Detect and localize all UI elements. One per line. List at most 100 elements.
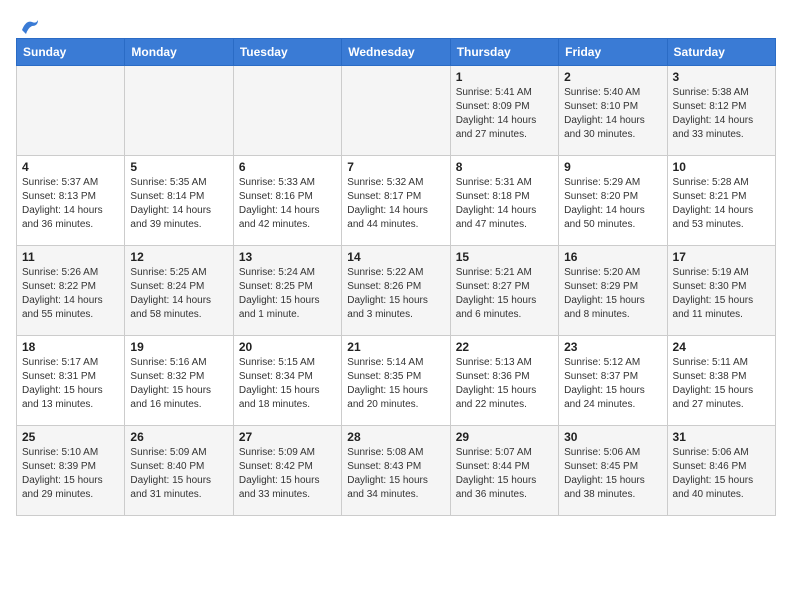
day-info: Sunrise: 5:33 AM Sunset: 8:16 PM Dayligh… xyxy=(239,176,336,232)
calendar-cell: 22 Sunrise: 5:13 AM Sunset: 8:36 PM Dayli… xyxy=(450,336,558,426)
calendar-cell: 20 Sunrise: 5:15 AM Sunset: 8:34 PM Dayli… xyxy=(233,336,341,426)
calendar-cell: 11 Sunrise: 5:26 AM Sunset: 8:22 PM Dayli… xyxy=(17,246,125,336)
day-number: 27 xyxy=(239,430,336,444)
day-info: Sunrise: 5:31 AM Sunset: 8:18 PM Dayligh… xyxy=(456,176,553,232)
day-header-thursday: Thursday xyxy=(450,39,558,66)
calendar-week-row: 1 Sunrise: 5:41 AM Sunset: 8:09 PM Daylig… xyxy=(17,66,776,156)
calendar-cell xyxy=(233,66,341,156)
calendar-cell: 4 Sunrise: 5:37 AM Sunset: 8:13 PM Daylig… xyxy=(17,156,125,246)
calendar-cell: 1 Sunrise: 5:41 AM Sunset: 8:09 PM Daylig… xyxy=(450,66,558,156)
day-number: 18 xyxy=(22,340,119,354)
day-number: 16 xyxy=(564,250,661,264)
day-number: 5 xyxy=(130,160,227,174)
day-number: 23 xyxy=(564,340,661,354)
calendar-cell: 21 Sunrise: 5:14 AM Sunset: 8:35 PM Dayli… xyxy=(342,336,450,426)
day-number: 17 xyxy=(673,250,770,264)
day-info: Sunrise: 5:40 AM Sunset: 8:10 PM Dayligh… xyxy=(564,86,661,142)
day-number: 21 xyxy=(347,340,444,354)
calendar-cell: 12 Sunrise: 5:25 AM Sunset: 8:24 PM Dayli… xyxy=(125,246,233,336)
day-header-wednesday: Wednesday xyxy=(342,39,450,66)
day-info: Sunrise: 5:13 AM Sunset: 8:36 PM Dayligh… xyxy=(456,356,553,412)
calendar-cell xyxy=(17,66,125,156)
page-header xyxy=(16,16,776,30)
day-info: Sunrise: 5:14 AM Sunset: 8:35 PM Dayligh… xyxy=(347,356,444,412)
calendar-cell: 27Sunrise: 5:09 AM Sunset: 8:42 PM Dayli… xyxy=(233,426,341,516)
calendar-cell: 10 Sunrise: 5:28 AM Sunset: 8:21 PM Dayli… xyxy=(667,156,775,246)
calendar-cell: 7Sunrise: 5:32 AM Sunset: 8:17 PM Daylig… xyxy=(342,156,450,246)
calendar-cell: 5 Sunrise: 5:35 AM Sunset: 8:14 PM Daylig… xyxy=(125,156,233,246)
day-number: 14 xyxy=(347,250,444,264)
day-number: 13 xyxy=(239,250,336,264)
calendar-cell xyxy=(125,66,233,156)
calendar-cell: 25Sunrise: 5:10 AM Sunset: 8:39 PM Dayli… xyxy=(17,426,125,516)
calendar-cell: 8 Sunrise: 5:31 AM Sunset: 8:18 PM Daylig… xyxy=(450,156,558,246)
day-header-monday: Monday xyxy=(125,39,233,66)
day-info: Sunrise: 5:32 AM Sunset: 8:17 PM Dayligh… xyxy=(347,176,444,232)
day-header-friday: Friday xyxy=(559,39,667,66)
calendar-table: SundayMondayTuesdayWednesdayThursdayFrid… xyxy=(16,38,776,516)
calendar-cell: 3Sunrise: 5:38 AM Sunset: 8:12 PM Daylig… xyxy=(667,66,775,156)
day-info: Sunrise: 5:17 AM Sunset: 8:31 PM Dayligh… xyxy=(22,356,119,412)
day-info: Sunrise: 5:06 AM Sunset: 8:45 PM Dayligh… xyxy=(564,446,661,502)
day-header-saturday: Saturday xyxy=(667,39,775,66)
calendar-cell: 18 Sunrise: 5:17 AM Sunset: 8:31 PM Dayli… xyxy=(17,336,125,426)
day-info: Sunrise: 5:29 AM Sunset: 8:20 PM Dayligh… xyxy=(564,176,661,232)
logo xyxy=(16,16,40,30)
day-number: 28 xyxy=(347,430,444,444)
calendar-cell xyxy=(342,66,450,156)
day-info: Sunrise: 5:10 AM Sunset: 8:39 PM Dayligh… xyxy=(22,446,119,502)
day-info: Sunrise: 5:22 AM Sunset: 8:26 PM Dayligh… xyxy=(347,266,444,322)
calendar-week-row: 18 Sunrise: 5:17 AM Sunset: 8:31 PM Dayli… xyxy=(17,336,776,426)
day-info: Sunrise: 5:21 AM Sunset: 8:27 PM Dayligh… xyxy=(456,266,553,322)
day-number: 8 xyxy=(456,160,553,174)
day-number: 6 xyxy=(239,160,336,174)
calendar-cell: 19 Sunrise: 5:16 AM Sunset: 8:32 PM Dayli… xyxy=(125,336,233,426)
day-info: Sunrise: 5:06 AM Sunset: 8:46 PM Dayligh… xyxy=(673,446,770,502)
day-info: Sunrise: 5:16 AM Sunset: 8:32 PM Dayligh… xyxy=(130,356,227,412)
calendar-cell: 26 Sunrise: 5:09 AM Sunset: 8:40 PM Dayli… xyxy=(125,426,233,516)
day-number: 15 xyxy=(456,250,553,264)
calendar-cell: 31 Sunrise: 5:06 AM Sunset: 8:46 PM Dayli… xyxy=(667,426,775,516)
calendar-cell: 17Sunrise: 5:19 AM Sunset: 8:30 PM Dayli… xyxy=(667,246,775,336)
day-number: 10 xyxy=(673,160,770,174)
day-info: Sunrise: 5:07 AM Sunset: 8:44 PM Dayligh… xyxy=(456,446,553,502)
day-info: Sunrise: 5:41 AM Sunset: 8:09 PM Dayligh… xyxy=(456,86,553,142)
day-number: 22 xyxy=(456,340,553,354)
day-info: Sunrise: 5:35 AM Sunset: 8:14 PM Dayligh… xyxy=(130,176,227,232)
calendar-week-row: 4 Sunrise: 5:37 AM Sunset: 8:13 PM Daylig… xyxy=(17,156,776,246)
day-number: 20 xyxy=(239,340,336,354)
day-number: 24 xyxy=(673,340,770,354)
day-info: Sunrise: 5:11 AM Sunset: 8:38 PM Dayligh… xyxy=(673,356,770,412)
calendar-cell: 29Sunrise: 5:07 AM Sunset: 8:44 PM Dayli… xyxy=(450,426,558,516)
calendar-cell: 15 Sunrise: 5:21 AM Sunset: 8:27 PM Dayli… xyxy=(450,246,558,336)
calendar-cell: 2 Sunrise: 5:40 AM Sunset: 8:10 PM Daylig… xyxy=(559,66,667,156)
calendar-cell: 23 Sunrise: 5:12 AM Sunset: 8:37 PM Dayli… xyxy=(559,336,667,426)
day-header-tuesday: Tuesday xyxy=(233,39,341,66)
day-info: Sunrise: 5:37 AM Sunset: 8:13 PM Dayligh… xyxy=(22,176,119,232)
logo-bird-icon xyxy=(18,16,40,34)
day-number: 30 xyxy=(564,430,661,444)
day-info: Sunrise: 5:15 AM Sunset: 8:34 PM Dayligh… xyxy=(239,356,336,412)
day-info: Sunrise: 5:20 AM Sunset: 8:29 PM Dayligh… xyxy=(564,266,661,322)
day-number: 1 xyxy=(456,70,553,84)
day-number: 31 xyxy=(673,430,770,444)
day-info: Sunrise: 5:28 AM Sunset: 8:21 PM Dayligh… xyxy=(673,176,770,232)
day-info: Sunrise: 5:24 AM Sunset: 8:25 PM Dayligh… xyxy=(239,266,336,322)
calendar-cell: 28Sunrise: 5:08 AM Sunset: 8:43 PM Dayli… xyxy=(342,426,450,516)
day-number: 12 xyxy=(130,250,227,264)
day-number: 11 xyxy=(22,250,119,264)
day-header-sunday: Sunday xyxy=(17,39,125,66)
day-number: 2 xyxy=(564,70,661,84)
day-number: 3 xyxy=(673,70,770,84)
calendar-cell: 14 Sunrise: 5:22 AM Sunset: 8:26 PM Dayli… xyxy=(342,246,450,336)
day-number: 19 xyxy=(130,340,227,354)
day-info: Sunrise: 5:26 AM Sunset: 8:22 PM Dayligh… xyxy=(22,266,119,322)
calendar-cell: 30 Sunrise: 5:06 AM Sunset: 8:45 PM Dayli… xyxy=(559,426,667,516)
day-number: 4 xyxy=(22,160,119,174)
day-number: 26 xyxy=(130,430,227,444)
day-info: Sunrise: 5:12 AM Sunset: 8:37 PM Dayligh… xyxy=(564,356,661,412)
day-info: Sunrise: 5:09 AM Sunset: 8:40 PM Dayligh… xyxy=(130,446,227,502)
calendar-week-row: 25Sunrise: 5:10 AM Sunset: 8:39 PM Dayli… xyxy=(17,426,776,516)
day-info: Sunrise: 5:25 AM Sunset: 8:24 PM Dayligh… xyxy=(130,266,227,322)
calendar-cell: 13 Sunrise: 5:24 AM Sunset: 8:25 PM Dayli… xyxy=(233,246,341,336)
